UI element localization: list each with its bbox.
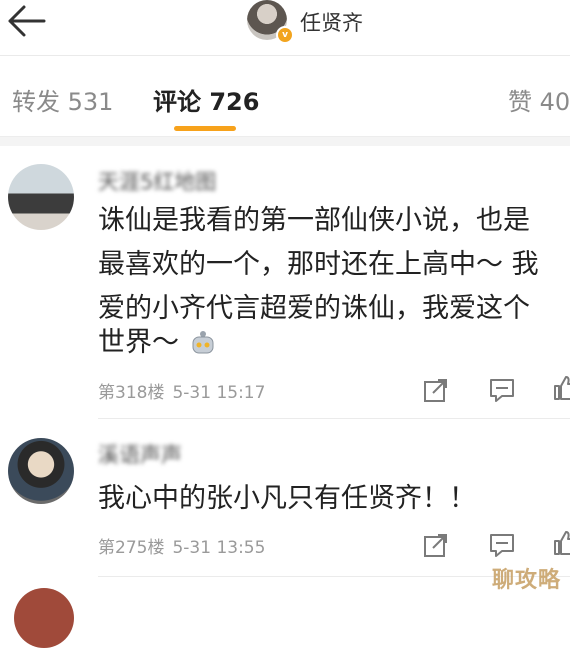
- comment-author[interactable]: 溪语声声: [98, 439, 182, 469]
- top-bar: v 任贤齐: [0, 0, 570, 50]
- divider: [98, 418, 570, 419]
- tab-bar: 转发 531 评论 726 赞 40: [0, 56, 570, 136]
- tab-comments[interactable]: 评论 726: [153, 82, 259, 117]
- avatar[interactable]: [8, 164, 74, 230]
- robot-emoji-icon: [192, 331, 214, 354]
- comment-time: 5-31 15:17: [172, 383, 266, 403]
- comment-text-line: 我心中的张小凡只有任贤齐！！: [98, 483, 476, 514]
- comment-text-line: 诛仙是我看的第一部仙侠小说，也是: [98, 205, 530, 236]
- user-name[interactable]: 任贤齐: [300, 7, 363, 37]
- share-icon[interactable]: [422, 376, 450, 404]
- verified-badge-icon: v: [276, 26, 294, 44]
- reply-icon[interactable]: [488, 531, 516, 559]
- comment-meta: 第318楼 5-31 15:17: [98, 378, 273, 403]
- comment-meta: 第275楼 5-31 13:55: [98, 533, 273, 558]
- section-gap: [0, 137, 570, 146]
- tab-reposts[interactable]: 转发 531: [12, 82, 113, 117]
- comment-time: 5-31 13:55: [172, 538, 266, 558]
- like-icon[interactable]: [552, 529, 570, 557]
- avatar[interactable]: [14, 588, 74, 648]
- comment-text-line: 最喜欢的一个，那时还在上高中～ 我: [98, 249, 539, 280]
- like-icon[interactable]: [552, 374, 570, 402]
- watermark: 聊攻略: [492, 568, 562, 593]
- floor-number: 第275楼: [98, 538, 165, 558]
- floor-number: 第318楼: [98, 383, 165, 403]
- tab-likes[interactable]: 赞 40: [508, 82, 570, 117]
- active-tab-indicator: [174, 126, 236, 131]
- avatar[interactable]: [8, 438, 74, 504]
- comment-text-line: 世界～: [98, 327, 179, 358]
- reply-icon[interactable]: [488, 376, 516, 404]
- comment-item: 溪语声声 我心中的张小凡只有任贤齐！！ 第275楼 5-31 13:55: [0, 421, 570, 581]
- share-icon[interactable]: [422, 531, 450, 559]
- comment-author[interactable]: 天涯5红地图: [98, 166, 216, 196]
- back-arrow-icon[interactable]: [4, 2, 48, 40]
- comment-item: 天涯5红地图 诛仙是我看的第一部仙侠小说，也是 最喜欢的一个，那时还在上高中～ …: [0, 146, 570, 416]
